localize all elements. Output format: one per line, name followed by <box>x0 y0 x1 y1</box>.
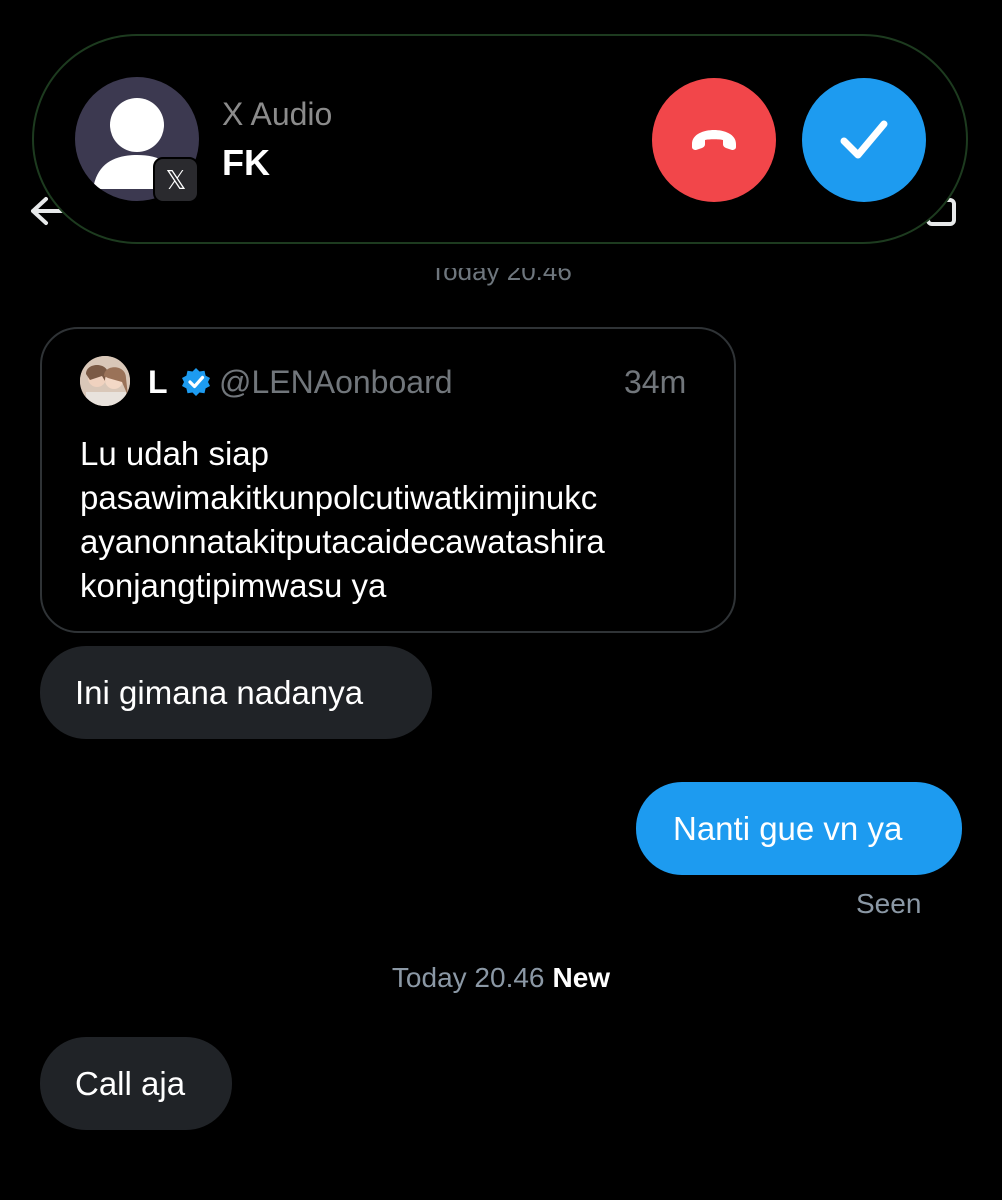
message-bubble-incoming[interactable]: Call aja <box>40 1037 232 1130</box>
date-separator-label: Today 20.46 <box>391 962 545 993</box>
caller-name: FK <box>222 142 270 183</box>
tweet-timestamp: 34m <box>624 364 687 400</box>
call-app-label: X Audio <box>222 96 333 132</box>
x-logo-icon: 𝕏 <box>153 157 199 203</box>
accept-call-button[interactable] <box>802 78 926 202</box>
seen-status: Seen <box>856 888 922 919</box>
tweet-author-avatar[interactable] <box>80 356 130 406</box>
tweet-text: Lu udah siap pasawimakitkunpolcutiwatkim… <box>80 432 720 608</box>
new-badge: New <box>552 962 611 993</box>
tweet-text-line: Lu udah siap <box>80 435 269 472</box>
tweet-author-name: L <box>148 364 168 400</box>
tweet-text-line: ayanonnatakitputacaidecawatashira <box>80 523 605 560</box>
tweet-text-line: konjangtipimwasu ya <box>80 567 387 604</box>
tweet-text-line: pasawimakitkunpolcutiwatkimjinukc <box>80 479 598 516</box>
hang-up-icon <box>692 130 736 150</box>
verified-badge-icon <box>182 368 210 396</box>
date-label-top: Today 20.46 <box>430 256 572 286</box>
decline-call-button[interactable] <box>652 78 776 202</box>
message-bubble-outgoing[interactable]: Nanti gue vn ya <box>636 782 962 875</box>
message-bubble-incoming[interactable]: Ini gimana nadanya <box>40 646 432 739</box>
date-separator: Today 20.46 New <box>0 962 1002 994</box>
checkmark-icon <box>840 120 888 159</box>
tweet-author-handle: @LENAonboard <box>219 364 453 400</box>
